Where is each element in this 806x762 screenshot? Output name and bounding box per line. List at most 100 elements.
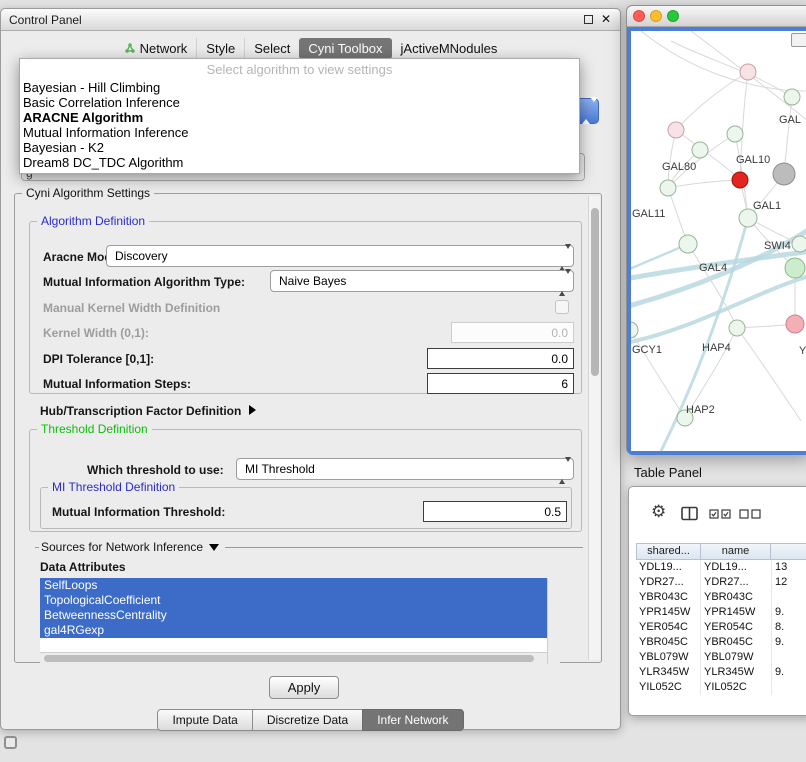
table-row[interactable]: YBR043C YBR043C — [636, 590, 806, 605]
list-item-selected[interactable]: BetweennessCentrality — [40, 608, 547, 623]
cell: YBR043C — [701, 590, 772, 605]
mi-threshold-definition-group: MI Threshold Definition Mutual Informati… — [40, 487, 572, 529]
table-row[interactable]: YBR045C YBR045C 9. — [636, 635, 806, 650]
tab-infer-network[interactable]: Infer Network — [362, 709, 463, 731]
dropdown-item[interactable]: Mutual Information Inference — [20, 125, 579, 140]
cell — [772, 590, 806, 605]
table-row[interactable]: YER054C YER054C 8. — [636, 620, 806, 635]
group-title: Cyni Algorithm Settings — [22, 186, 154, 200]
cell: 12 — [772, 575, 806, 590]
list-horizontal-scrollbar[interactable] — [40, 652, 547, 664]
list-item-selected[interactable]: SelfLoops — [40, 578, 547, 593]
group-title: Algorithm Definition — [37, 214, 149, 228]
close-traffic-light[interactable] — [633, 10, 645, 22]
list-item-selected[interactable]: TopologicalCoefficient — [40, 593, 547, 608]
node-label: Y — [799, 345, 806, 357]
table-header-row: shared... name — [636, 543, 806, 560]
mi-steps-field[interactable]: 6 — [427, 373, 574, 394]
dpi-tolerance-label: DPI Tolerance [0,1]: — [43, 352, 154, 366]
algorithm-definition-group: Algorithm Definition Aracne Mode: Discov… — [29, 221, 582, 394]
dropdown-item-selected[interactable]: ARACNE Algorithm — [20, 110, 579, 125]
cell: YIL052C — [636, 680, 701, 695]
apply-button[interactable]: Apply — [269, 676, 339, 699]
aracne-mode-combobox[interactable]: Discovery — [106, 245, 574, 267]
tab-label: Cyni Toolbox — [308, 41, 382, 56]
column-header-extra[interactable] — [770, 543, 806, 560]
up-down-arrows-icon — [582, 102, 592, 120]
tab-jactivemnodules[interactable]: jActiveMNodules — [392, 38, 507, 59]
settings-scrollbar[interactable] — [588, 196, 600, 660]
dropdown-item[interactable]: Bayesian - K2 — [20, 140, 579, 155]
dropdown-placeholder: Select algorithm to view settings — [20, 59, 579, 80]
canvas-corner-widget[interactable] — [791, 33, 806, 47]
table-row[interactable]: YIL052C YIL052C — [636, 680, 806, 695]
mi-type-combobox[interactable]: Naive Bayes — [270, 270, 574, 292]
column-header-shared[interactable]: shared... — [636, 543, 701, 560]
control-panel-titlebar: Control Panel ✕ — [1, 9, 620, 31]
table-row[interactable]: YDL19... YDL19... 13 — [636, 560, 806, 575]
cell: 9. — [772, 635, 806, 650]
data-attributes-label: Data Attributes — [40, 560, 126, 574]
scrollbar-thumb[interactable] — [44, 655, 534, 662]
column-header-name[interactable]: name — [700, 543, 771, 560]
table-row[interactable]: YPR145W YPR145W 9. — [636, 605, 806, 620]
sources-expander[interactable]: Sources for Network Inference — [39, 540, 225, 554]
float-window-icon[interactable] — [584, 15, 593, 24]
cyni-algorithm-settings-group: Cyni Algorithm Settings Algorithm Defini… — [14, 193, 602, 663]
dropdown-item[interactable]: Basic Correlation Inference — [20, 95, 579, 110]
group-title: Threshold Definition — [37, 422, 152, 436]
network-canvas[interactable]: GAL GAL80 GAL10 GAL11 GAL1 SWI4 GAL4 GCY… — [631, 31, 806, 451]
dropdown-item[interactable]: Bayesian - Hill Climbing — [20, 80, 579, 95]
unchecked-boxes-icon[interactable] — [739, 509, 763, 519]
dropdown-item[interactable]: Dream8 DC_TDC Algorithm — [20, 155, 579, 170]
node-label: GAL11 — [632, 208, 665, 220]
tab-select[interactable]: Select — [244, 38, 299, 59]
combobox-value: MI Threshold — [245, 462, 315, 476]
manual-kernel-label: Manual Kernel Width Definition — [43, 301, 220, 315]
tab-impute-data[interactable]: Impute Data — [157, 709, 252, 731]
checked-boxes-icon[interactable] — [709, 509, 733, 519]
tab-network[interactable]: Network — [115, 38, 197, 59]
table-row[interactable]: YDR27... YDR27... 12 — [636, 575, 806, 590]
hub-definition-expander[interactable]: Hub/Transcription Factor Definition — [40, 404, 256, 418]
kernel-width-label: Kernel Width (0,1): — [43, 326, 149, 340]
sources-title-label: Sources for Network Inference — [41, 540, 203, 554]
table-row[interactable]: YBL079W YBL079W — [636, 650, 806, 665]
mi-threshold-field[interactable]: 0.5 — [423, 501, 567, 522]
list-item-selected[interactable]: gal4RGexp — [40, 623, 547, 638]
network-edges[interactable] — [631, 31, 806, 421]
minimize-traffic-light[interactable] — [650, 10, 662, 22]
close-icon[interactable]: ✕ — [601, 12, 611, 26]
node-label: SWI4 — [764, 240, 791, 252]
cell: YBR045C — [636, 635, 701, 650]
columns-icon[interactable] — [681, 506, 699, 521]
node-label: GAL10 — [736, 154, 770, 166]
cyni-bottom-tabbar: Impute Data Discretize Data Infer Networ… — [1, 709, 620, 731]
tab-label: Network — [140, 41, 188, 56]
cell: YLR345W — [636, 665, 701, 680]
tab-cyni-toolbox[interactable]: Cyni Toolbox — [299, 38, 391, 59]
scrollbar-thumb[interactable] — [591, 208, 599, 376]
tab-discretize-data[interactable]: Discretize Data — [252, 709, 363, 731]
table-panel-window: ⚙ shared... name YDL19... YDL19... 13 — [628, 486, 806, 716]
tab-label: Select — [254, 41, 290, 56]
cell: 9. — [772, 605, 806, 620]
network-tab-icon — [124, 42, 136, 54]
network-view-window: GAL GAL80 GAL10 GAL11 GAL1 SWI4 GAL4 GCY… — [626, 5, 806, 454]
which-threshold-label: Which threshold to use: — [87, 463, 224, 477]
node-label: GAL1 — [753, 200, 781, 212]
threshold-combobox[interactable]: MI Threshold — [236, 458, 574, 480]
minimized-window-icon[interactable] — [4, 736, 17, 749]
tab-label: jActiveMNodules — [401, 41, 498, 56]
list-vertical-scrollbar[interactable] — [547, 578, 560, 664]
tab-style[interactable]: Style — [196, 38, 244, 59]
control-panel-window: Control Panel ✕ Network Style Select — [0, 8, 621, 730]
cell: YPR145W — [701, 605, 772, 620]
network-node-labels: GAL GAL80 GAL10 GAL11 GAL1 SWI4 GAL4 GCY… — [632, 114, 806, 416]
mi-type-label: Mutual Information Algorithm Type: — [43, 275, 245, 289]
table-body: YDL19... YDL19... 13 YDR27... YDR27... 1… — [636, 560, 806, 695]
dpi-tolerance-field[interactable]: 0.0 — [427, 348, 574, 369]
zoom-traffic-light[interactable] — [667, 10, 679, 22]
table-row[interactable]: YLR345W YLR345W 9. — [636, 665, 806, 680]
gear-icon[interactable]: ⚙ — [651, 503, 666, 520]
